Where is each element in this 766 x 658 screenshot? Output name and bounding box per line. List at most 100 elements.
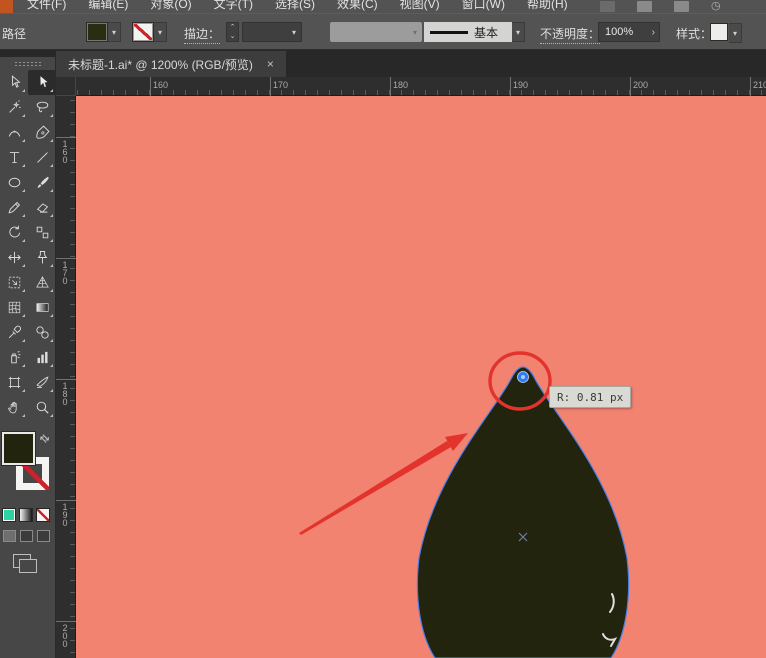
eraser-tool[interactable] — [28, 195, 56, 220]
chevron-down-icon[interactable]: ▾ — [512, 22, 525, 42]
fill-color-indicator[interactable] — [2, 432, 35, 465]
ruler-tick — [150, 77, 151, 96]
type-tool[interactable] — [0, 145, 28, 170]
corner-radius-tooltip: R: 0.81 px — [549, 386, 631, 408]
selection-tool[interactable] — [28, 70, 56, 95]
close-icon[interactable]: × — [267, 58, 274, 70]
curvature-icon — [6, 124, 23, 141]
mesh-tool[interactable] — [0, 295, 28, 320]
symbol-sprayer-tool[interactable] — [0, 345, 28, 370]
ruler-label: 200 — [633, 80, 648, 90]
color-button[interactable] — [2, 508, 16, 522]
paintbrush-tool[interactable] — [28, 170, 56, 195]
ruler-tick — [630, 77, 631, 96]
draw-behind-button[interactable] — [20, 530, 33, 542]
gradient-tool[interactable] — [28, 295, 56, 320]
anchor-point-center — [521, 375, 525, 379]
zoom-tool[interactable] — [28, 395, 56, 420]
artboard-tool[interactable] — [0, 370, 28, 395]
direct-selection-tool[interactable] — [0, 70, 28, 95]
illustrator-window: 文件(F)编辑(E)对象(O)文字(T)选择(S)效果(C)视图(V)窗口(W)… — [0, 0, 766, 658]
profile-name: 基本 — [474, 24, 498, 41]
line-segment-tool[interactable] — [28, 145, 56, 170]
vertical-ruler[interactable]: 160170180190200 — [56, 96, 76, 658]
ruler-origin-corner[interactable] — [56, 77, 76, 96]
arrange-documents-icon[interactable] — [637, 1, 652, 12]
ruler-label: 170 — [273, 80, 288, 90]
selection-icon — [34, 74, 51, 91]
blend-tool[interactable] — [28, 320, 56, 345]
panel-gripper[interactable] — [14, 61, 42, 66]
menu-item-6[interactable]: 效果(C) — [326, 0, 389, 12]
menu-item-9[interactable]: 帮助(H) — [516, 0, 579, 12]
width-profile-select[interactable]: 基本 ▾ — [424, 22, 525, 42]
none-button[interactable] — [36, 508, 50, 522]
chevron-down-icon[interactable]: ▾ — [108, 22, 121, 42]
swap-fill-stroke-icon[interactable]: ⇄ — [37, 431, 53, 447]
document-tab[interactable]: 未标题-1.ai* @ 1200% (RGB/预览) × — [56, 51, 286, 77]
magic-wand-tool[interactable] — [0, 95, 28, 120]
artboard-canvas[interactable]: R: 0.81 px — [76, 96, 766, 658]
opacity-input[interactable]: 100% › — [598, 22, 660, 42]
ruler-tick — [270, 77, 271, 96]
curvature-tool[interactable] — [0, 120, 28, 145]
menu-item-8[interactable]: 窗口(W) — [451, 0, 516, 12]
chevron-down-icon[interactable]: ▾ — [729, 23, 742, 43]
scale-tool[interactable] — [28, 220, 56, 245]
pencil-tool[interactable] — [0, 195, 28, 220]
ruler-label: 210 — [753, 80, 766, 90]
rotate-tool[interactable] — [0, 220, 28, 245]
hand-icon — [6, 399, 23, 416]
hand-tool[interactable] — [0, 395, 28, 420]
ellipse-tool[interactable] — [0, 170, 28, 195]
clock-icon[interactable]: ◷ — [711, 1, 726, 12]
scale-icon — [34, 224, 51, 241]
pen-tool[interactable] — [28, 120, 56, 145]
width-tool[interactable] — [0, 245, 28, 270]
mesh-icon — [6, 299, 23, 316]
stroke-color-picker[interactable]: ▾ — [132, 22, 167, 42]
horizontal-ruler[interactable]: 160170180190200210 — [76, 77, 766, 96]
draw-inside-button[interactable] — [37, 530, 50, 542]
bridge-icon[interactable] — [600, 1, 615, 12]
shape-builder-tool[interactable] — [28, 245, 56, 270]
teardrop-shape[interactable] — [417, 367, 628, 658]
control-bar: 路径 ▾ ▾ 描边： ⌃⌄ ▾ ▾ 基本 ▾ 不透明度： 100% › 样式： … — [0, 14, 766, 50]
stroke-weight-select[interactable]: ▾ — [242, 22, 302, 42]
menu-item-1[interactable]: 文件(F) — [16, 0, 77, 12]
chevron-right-icon[interactable]: › — [648, 27, 659, 38]
change-screen-mode-button[interactable] — [13, 554, 31, 568]
free-transform-tool[interactable] — [0, 270, 28, 295]
eyedropper-tool[interactable] — [0, 320, 28, 345]
fill-swatch[interactable] — [86, 22, 108, 42]
menu-item-7[interactable]: 视图(V) — [389, 0, 451, 12]
stroke-swatch[interactable] — [132, 22, 154, 42]
gradient-button[interactable] — [19, 508, 33, 522]
workspaces-icon[interactable] — [674, 1, 689, 12]
ruler-tick — [56, 379, 76, 380]
lasso-tool[interactable] — [28, 95, 56, 120]
rotate-icon — [6, 224, 23, 241]
artboard-icon — [6, 374, 23, 391]
slice-tool[interactable] — [28, 370, 56, 395]
menu-item-2[interactable]: 编辑(E) — [77, 0, 139, 12]
blend-icon — [34, 324, 51, 341]
brush-definition-select: ▾ — [330, 22, 422, 42]
opacity-panel-link[interactable]: 不透明度： — [540, 25, 600, 44]
draw-normal-button[interactable] — [3, 530, 16, 542]
stroke-weight-stepper[interactable]: ⌃⌄ — [226, 22, 239, 42]
ruler-label: 200 — [60, 624, 70, 648]
menu-bar: 文件(F)编辑(E)对象(O)文字(T)选择(S)效果(C)视图(V)窗口(W)… — [0, 0, 766, 14]
chevron-down-icon[interactable]: ▾ — [154, 22, 167, 42]
column-graph-tool[interactable] — [28, 345, 56, 370]
ruler-tick — [510, 77, 511, 96]
menu-item-4[interactable]: 文字(T) — [203, 0, 264, 12]
graphic-style-swatch[interactable] — [710, 23, 728, 41]
menu-item-5[interactable]: 选择(S) — [264, 0, 326, 12]
perspective-grid-tool[interactable] — [28, 270, 56, 295]
menu-item-3[interactable]: 对象(O) — [139, 0, 202, 12]
eyedropper-icon — [6, 324, 23, 341]
stroke-panel-link[interactable]: 描边： — [184, 25, 220, 44]
fill-color-picker[interactable]: ▾ — [86, 22, 121, 42]
ruler-label: 170 — [60, 261, 70, 285]
